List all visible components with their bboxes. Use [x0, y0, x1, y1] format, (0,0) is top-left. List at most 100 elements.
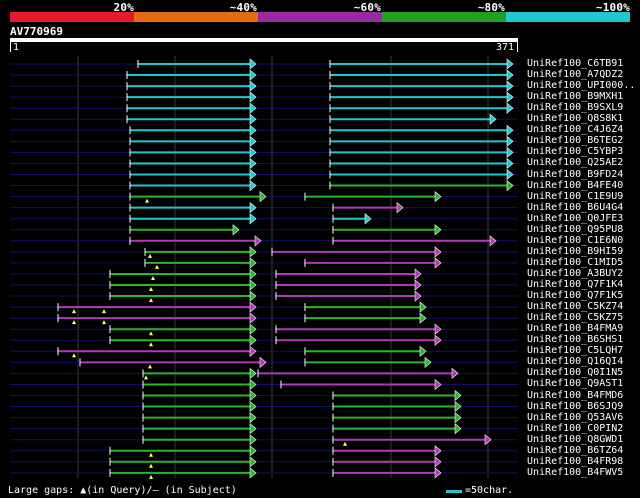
hit-label[interactable]: UniRef100_C5KZ75 — [527, 312, 623, 323]
query-gap-marker — [149, 287, 153, 291]
hit-label[interactable]: UniRef100_B4FMD6 — [527, 390, 623, 401]
segment-arrowhead — [434, 456, 442, 468]
segment-arrowhead — [249, 378, 257, 391]
hit-label[interactable]: UniRef100_C5KZ74 — [527, 301, 623, 312]
hit-label[interactable]: UniRef100_Q0JFE3 — [527, 213, 623, 224]
segment-arrowhead — [249, 323, 257, 335]
segment-arrowhead — [419, 345, 427, 357]
hit-label[interactable]: UniRef100_B9MXH1 — [527, 91, 623, 102]
query-gap-marker — [149, 331, 153, 336]
segment-arrowhead — [434, 445, 442, 457]
hit-label[interactable]: UniRef100_Q95PU8 — [527, 224, 623, 235]
hit-label[interactable]: UniRef100_B4FR98 — [527, 456, 623, 467]
segment-arrowhead — [434, 334, 442, 346]
segment-arrowhead — [434, 190, 442, 203]
segment-arrowhead — [249, 257, 257, 269]
hit-label[interactable]: UniRef100_Q8GWD1 — [527, 434, 623, 445]
hit-label[interactable]: UniRef100_B4FE40 — [527, 180, 623, 191]
segment-arrowhead — [259, 356, 267, 368]
query-gap-marker — [149, 298, 153, 303]
segment-arrowhead — [232, 224, 240, 236]
segment-arrowhead — [454, 389, 462, 402]
segment-arrowhead — [249, 58, 257, 70]
segment-arrowhead — [249, 445, 257, 457]
segment-arrowhead — [249, 400, 257, 413]
segment-arrowhead — [249, 179, 257, 192]
hit-label[interactable]: UniRef100_Q7F1K5 — [527, 290, 623, 301]
query-gap-marker — [343, 441, 347, 446]
segment-arrowhead — [434, 378, 442, 391]
segment-arrowhead — [249, 246, 257, 258]
segment-arrowhead — [249, 290, 257, 302]
hit-label[interactable]: UniRef100_B9SXL9 — [527, 102, 623, 113]
segment-arrowhead — [249, 279, 257, 291]
segment-arrowhead — [249, 389, 257, 402]
hit-label[interactable]: UniRef100_B6U4G4 — [527, 202, 623, 213]
hit-label[interactable]: UniRef100_UPI000.. — [527, 80, 635, 91]
query-gap-marker — [148, 253, 152, 258]
segment-arrowhead — [249, 168, 257, 181]
hit-label[interactable]: UniRef100_Q25AE2 — [527, 157, 623, 168]
hit-label[interactable]: UniRef100_Q9AST1 — [527, 378, 623, 389]
hit-label[interactable]: UniRef100_Q0I1N5 — [527, 367, 623, 378]
query-gap-marker — [149, 342, 153, 347]
segment-arrowhead — [451, 367, 459, 380]
segment-arrowhead — [249, 69, 257, 81]
hit-label[interactable]: UniRef100_C1E6N0 — [527, 235, 623, 246]
hit-label[interactable]: UniRef100_B9HI59 — [527, 246, 623, 257]
segment-arrowhead — [249, 301, 257, 313]
hit-label[interactable]: UniRef100_B4FWV5 — [527, 467, 623, 478]
hit-label[interactable]: UniRef100_C4J6Z4 — [527, 124, 623, 135]
segment-arrowhead — [249, 157, 257, 170]
hit-label[interactable]: UniRef100_C6TB91 — [527, 58, 623, 69]
hit-label[interactable]: UniRef100_Q7F1K4 — [527, 279, 623, 290]
segment-arrowhead — [249, 456, 257, 468]
hit-label[interactable]: UniRef100_Q8S8K1 — [527, 113, 623, 124]
segment-arrowhead — [414, 290, 422, 302]
query-gap-marker — [149, 474, 153, 479]
query-gap-marker — [102, 309, 106, 314]
segment-arrowhead — [419, 312, 427, 324]
segment-arrowhead — [249, 268, 257, 280]
hit-label[interactable]: UniRef100_C1MID5 — [527, 257, 623, 268]
hit-label[interactable]: UniRef100_Q53AV6 — [527, 412, 623, 423]
hit-label[interactable]: UniRef100_B6TZ64 — [527, 445, 623, 456]
hit-label[interactable]: UniRef100_C1E9U9 — [527, 191, 623, 202]
segment-arrowhead — [249, 146, 257, 159]
segment-arrowhead — [454, 423, 462, 435]
segment-arrowhead — [254, 235, 262, 247]
hit-label[interactable]: UniRef100_A3BUY2 — [527, 268, 623, 279]
query-gap-marker — [72, 320, 76, 325]
hit-label[interactable]: UniRef100_B6SJQ9 — [527, 401, 623, 412]
hit-label[interactable]: UniRef100_B6TEG2 — [527, 135, 623, 146]
hit-label[interactable]: UniRef100_B6SHS1 — [527, 334, 623, 345]
segment-arrowhead — [506, 179, 514, 192]
hit-label[interactable]: UniRef100_B4FMA9 — [527, 323, 623, 334]
query-gap-marker — [144, 375, 148, 380]
segment-arrowhead — [249, 80, 257, 92]
query-gap-marker — [151, 275, 155, 280]
hit-label[interactable]: UniRef100_C5LQH7 — [527, 345, 623, 356]
hit-label[interactable]: UniRef100_Q16QI4 — [527, 356, 623, 367]
hit-label[interactable]: UniRef100_A7QDZ2 — [527, 69, 623, 80]
segment-arrowhead — [249, 467, 257, 479]
hit-label[interactable]: UniRef100_C0PIN2 — [527, 423, 623, 434]
segment-arrowhead — [434, 257, 442, 269]
segment-arrowhead — [434, 323, 442, 335]
segment-arrowhead — [249, 423, 257, 435]
hit-label[interactable]: UniRef100_C5YBP3 — [527, 146, 623, 157]
segment-arrowhead — [249, 202, 257, 214]
segment-arrowhead — [506, 168, 514, 181]
large-gaps-legend: Large gaps: ▲(in Query)/– (in Subject) — [8, 485, 237, 496]
segment-arrowhead — [454, 400, 462, 413]
segment-arrowhead — [249, 135, 257, 147]
segment-arrowhead — [249, 113, 257, 125]
query-gap-marker — [102, 320, 106, 325]
segment-arrowhead — [249, 367, 257, 380]
segment-arrowhead — [506, 102, 514, 114]
segment-arrowhead — [249, 434, 257, 446]
hit-label[interactable]: UniRef100_B9FD24 — [527, 169, 623, 180]
segment-arrowhead — [364, 213, 372, 225]
segment-arrowhead — [249, 334, 257, 346]
segment-arrowhead — [506, 80, 514, 92]
